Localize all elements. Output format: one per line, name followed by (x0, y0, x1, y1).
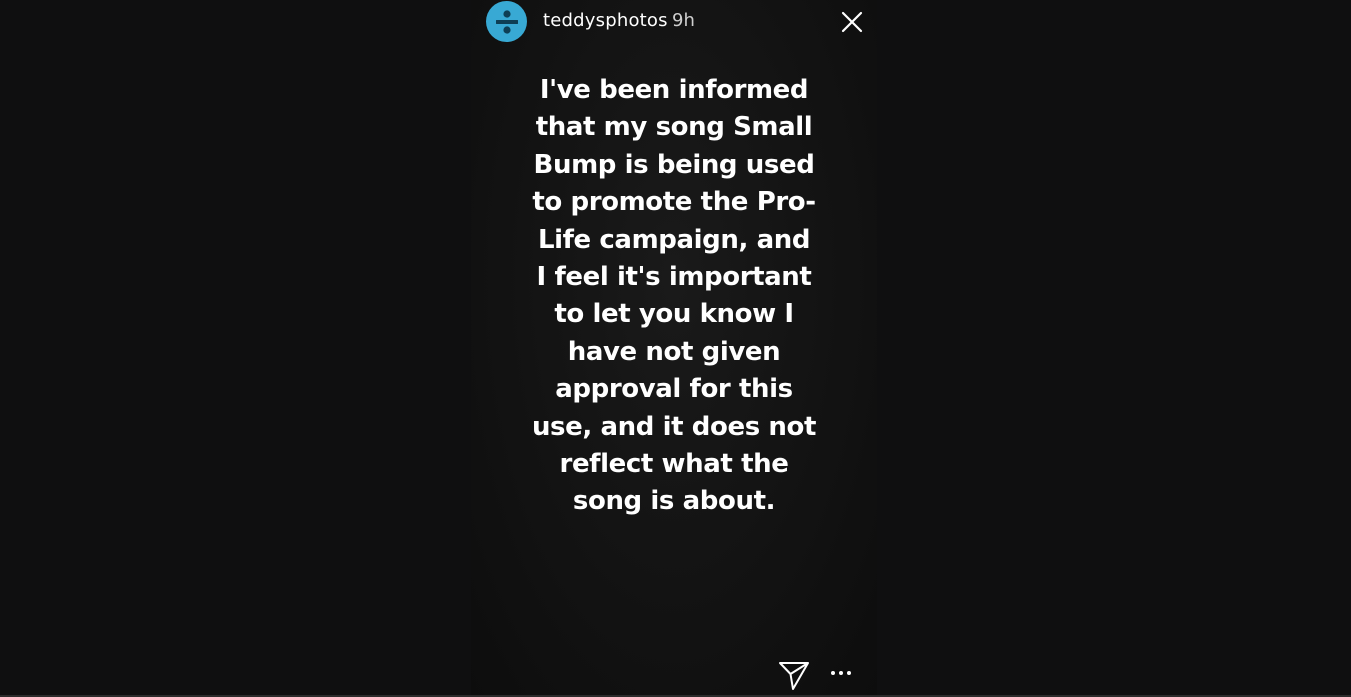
share-button[interactable] (777, 658, 811, 692)
close-icon (841, 11, 863, 33)
story-card[interactable]: teddysphotos 9h I've been informed that … (471, 0, 877, 697)
story-text-line: approval for this (555, 374, 793, 405)
story-viewer: teddysphotos 9h I've been informed that … (0, 0, 1351, 697)
story-text-line: use, and it does not (531, 411, 817, 442)
close-button[interactable] (838, 8, 866, 36)
divide-logo-icon (495, 9, 518, 34)
story-text-line: Bump is being used (533, 149, 815, 180)
more-options-button[interactable] (829, 662, 853, 684)
more-options-icon (831, 671, 851, 675)
story-text-line: to promote the Pro- (532, 187, 816, 218)
story-text-line: reflect what the (559, 449, 789, 480)
send-icon (779, 662, 809, 690)
story-text-line: that my song Small (535, 112, 813, 143)
story-text-line: Life campaign, and (537, 224, 811, 255)
story-text-line: song is about. (572, 486, 776, 517)
avatar[interactable] (486, 1, 527, 42)
story-header: teddysphotos 9h (471, 0, 877, 44)
story-username[interactable]: teddysphotos (543, 10, 668, 31)
story-text-line: to let you know I (554, 299, 794, 330)
story-text-line: I've been informed (539, 75, 809, 105)
story-text: I've been informed that my song Small Bu… (511, 72, 837, 521)
story-timestamp: 9h (672, 10, 695, 31)
story-text-line: have not given (567, 336, 781, 367)
story-text-line: I feel it's important (536, 262, 812, 293)
